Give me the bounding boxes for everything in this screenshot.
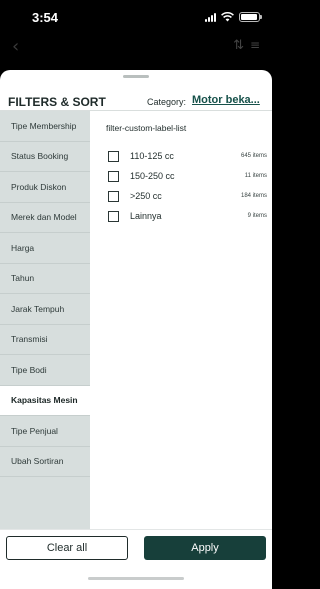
sheet-title: FILTERS & SORT [8, 95, 106, 109]
option-checkbox[interactable] [108, 171, 119, 182]
filter-sheet: FILTERS & SORT Category: Motor beka... T… [0, 70, 272, 589]
option-checkbox[interactable] [108, 151, 119, 162]
sidebar-item-harga[interactable]: Harga [0, 233, 90, 264]
sidebar-item-status-booking[interactable]: Status Booking [0, 142, 90, 172]
option-count: 11 items [244, 173, 267, 179]
filter-options-panel: filter-custom-label-list 110-125 cc 645 … [90, 111, 272, 529]
filter-sidebar: Tipe Membership Status Booking Produk Di… [0, 111, 90, 529]
sidebar-item-transmisi[interactable]: Transmisi [0, 325, 90, 355]
sidebar-item-tahun[interactable]: Tahun [0, 264, 90, 294]
category-label: Category: [147, 97, 187, 107]
sheet-footer: Clear all Apply [0, 529, 272, 589]
sheet-grabber[interactable] [123, 75, 149, 78]
category-link[interactable]: Motor beka... [192, 94, 266, 106]
chevron-left-icon[interactable]: ‹ [12, 36, 19, 57]
option-checkbox[interactable] [108, 211, 119, 222]
sidebar-item-tipe-bodi[interactable]: Tipe Bodi [0, 355, 90, 386]
battery-icon [239, 12, 262, 22]
option-250cc-plus[interactable]: >250 cc 184 items [108, 189, 268, 205]
option-label: >250 cc [130, 191, 162, 201]
option-label: Lainnya [130, 211, 162, 221]
option-count: 184 items [240, 193, 267, 199]
option-count: 9 items [247, 213, 267, 219]
background-nav-bar: ‹ ⇅ ≡ [0, 36, 272, 64]
clear-all-button[interactable]: Clear all [6, 536, 128, 560]
option-lainnya[interactable]: Lainnya 9 items [108, 209, 268, 225]
status-icons [205, 12, 262, 22]
sidebar-item-kapasitas-mesin[interactable]: Kapasitas Mesin [0, 385, 90, 416]
cellular-signal-icon [205, 12, 216, 22]
home-indicator [88, 577, 184, 580]
option-count: 645 items [240, 153, 267, 159]
sidebar-item-tipe-penjual[interactable]: Tipe Penjual [0, 416, 90, 447]
apply-button[interactable]: Apply [144, 536, 266, 560]
sidebar-item-merek-dan-model[interactable]: Merek dan Model [0, 203, 90, 233]
status-bar: 3:54 [0, 0, 272, 36]
sort-arrows-icon[interactable]: ⇅ [233, 38, 244, 53]
wifi-icon [221, 12, 234, 22]
options-list-label: filter-custom-label-list [106, 123, 187, 133]
sidebar-item-jarak-tempuh[interactable]: Jarak Tempuh [0, 294, 90, 325]
option-150-250cc[interactable]: 150-250 cc 11 items [108, 169, 268, 185]
sidebar-item-produk-diskon[interactable]: Produk Diskon [0, 172, 90, 203]
list-icon[interactable]: ≡ [250, 38, 260, 52]
option-label: 110-125 cc [130, 151, 174, 161]
status-time: 3:54 [32, 10, 59, 25]
option-label: 150-250 cc [130, 171, 175, 181]
sidebar-item-tipe-membership[interactable]: Tipe Membership [0, 111, 90, 142]
sidebar-item-ubah-sortiran[interactable]: Ubah Sortiran [0, 447, 90, 477]
option-checkbox[interactable] [108, 191, 119, 202]
option-110-125cc[interactable]: 110-125 cc 645 items [108, 149, 268, 165]
